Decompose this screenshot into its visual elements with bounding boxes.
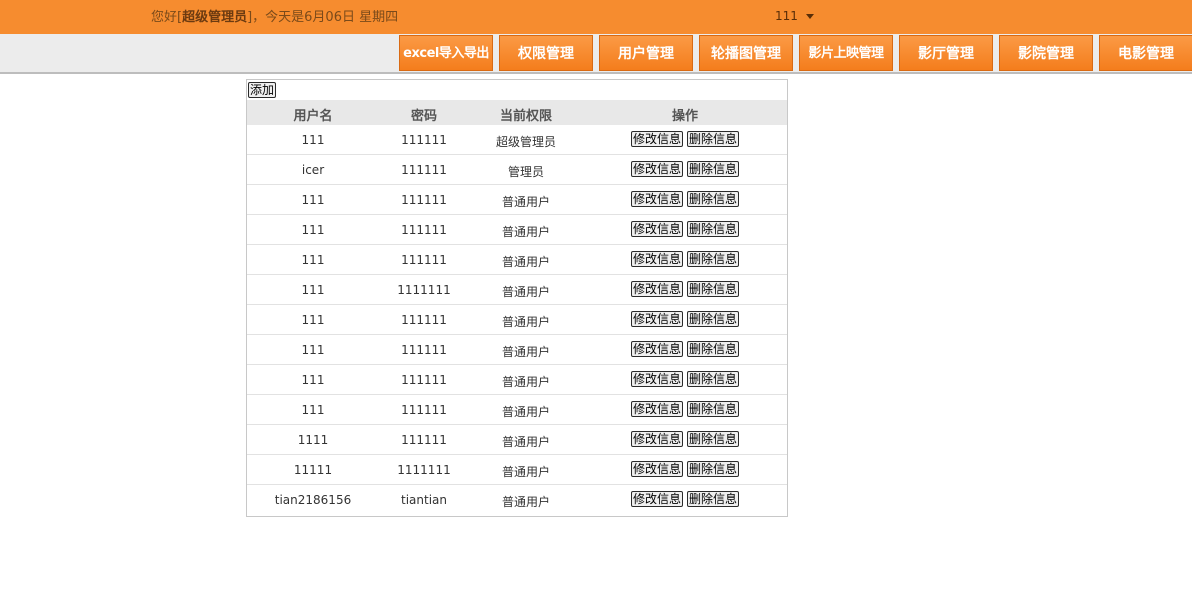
table-row: 1111111111普通用户修改信息删除信息 [247, 425, 787, 455]
user-table-panel: 添加 用户名 密码 当前权限 操作 111 111111 超级管理员 修改信息 删除信息… [246, 79, 788, 517]
delete-info-button[interactable]: 删除信息 [687, 401, 740, 417]
nav-movie-management[interactable]: 电影管理 [1099, 35, 1192, 71]
cell-actions: 修改信息 删除信息 [607, 281, 763, 297]
table-row: 111 111111 普通用户 修改信息 删除信息 [247, 305, 787, 335]
user-menu[interactable]: 111 [775, 9, 814, 23]
nav-hall-management[interactable]: 影厅管理 [899, 35, 993, 71]
edit-info-button[interactable]: 修改信息 [630, 221, 683, 237]
cell-role: 超级管理员 [495, 135, 556, 149]
cell-role: 普通用户 [501, 465, 550, 479]
edit-info-button[interactable]: 修改信息 [630, 161, 683, 177]
edit-info-button[interactable]: 修改信息 [630, 371, 683, 387]
edit-info-button[interactable]: 修改信息 [630, 431, 683, 447]
cell-role: 普通用户 [501, 225, 550, 239]
cell-actions: 修改信息 删除信息 [607, 491, 763, 507]
table-row: 111 111111 普通用户 修改信息 删除信息 [247, 365, 787, 395]
delete-info-button[interactable]: 删除信息 [687, 161, 740, 177]
table-row: 111 111111 普通用户 修改信息 删除信息 [247, 245, 787, 275]
cell-role: 普通用户 [501, 285, 550, 299]
table-row: 1111111111普通用户修改信息删除信息 [247, 275, 787, 305]
nav-excel-import-export[interactable]: excel导入导出 [399, 35, 493, 71]
cell-actions: 修改信息 删除信息 [607, 131, 763, 147]
cell-role: 普通用户 [501, 435, 550, 449]
edit-info-button[interactable]: 修改信息 [630, 311, 683, 327]
cell-actions: 修改信息 删除信息 [607, 371, 763, 387]
top-bar: 您好[超级管理员]，今天是6月06日 星期四 111 [0, 0, 1192, 34]
nav-carousel-management[interactable]: 轮播图管理 [699, 35, 793, 71]
chevron-down-icon [805, 14, 814, 19]
cell-actions: 修改信息 删除信息 [607, 401, 763, 417]
main-navigation: excel导入导出 权限管理 用户管理 轮播图管理 影片上映管理 影厅管理 影院… [0, 34, 1192, 74]
delete-info-button[interactable]: 删除信息 [687, 251, 740, 267]
cell-role: 普通用户 [501, 255, 550, 269]
edit-info-button[interactable]: 修改信息 [630, 131, 683, 147]
nav-cinema-management[interactable]: 影院管理 [999, 35, 1093, 71]
table-row: 111 111111 普通用户 修改信息 删除信息 [247, 335, 787, 365]
cell-actions: 修改信息 删除信息 [607, 461, 763, 477]
delete-info-button[interactable]: 删除信息 [687, 311, 740, 327]
cell-actions: 修改信息 删除信息 [607, 191, 763, 207]
cell-actions: 修改信息 删除信息 [607, 341, 763, 357]
delete-info-button[interactable]: 删除信息 [687, 341, 740, 357]
delete-info-button[interactable]: 删除信息 [687, 491, 740, 507]
delete-info-button[interactable]: 删除信息 [687, 191, 740, 207]
cell-role: 普通用户 [501, 375, 550, 389]
table-body: 111 111111 超级管理员 修改信息 删除信息 icer 111111 管理员 修改信息删… [247, 125, 787, 515]
cell-role: 普通用户 [501, 405, 550, 419]
cell-role: 普通用户 [501, 495, 550, 509]
delete-info-button[interactable]: 删除信息 [687, 371, 740, 387]
column-header-role: 当前权限 [499, 109, 552, 124]
cell-actions: 修改信息 删除信息 [607, 431, 763, 447]
delete-info-button[interactable]: 删除信息 [687, 281, 740, 297]
cell-role: 管理员 [507, 165, 544, 179]
cell-role: 普通用户 [501, 315, 550, 329]
table-row: 111 111111 普通用户 修改信息 删除信息 [247, 215, 787, 245]
user-role: 超级管理员 [182, 10, 248, 25]
table-row: icer 111111 管理员 修改信息 删除信息 [247, 155, 787, 185]
cell-actions: 修改信息 删除信息 [607, 311, 763, 327]
edit-info-button[interactable]: 修改信息 [630, 491, 683, 507]
greeting-text: 您好[超级管理员]，今天是6月06日 星期四 [151, 6, 398, 25]
delete-info-button[interactable]: 删除信息 [687, 461, 740, 477]
delete-info-button[interactable]: 删除信息 [687, 131, 740, 147]
current-user-name: 111 [775, 9, 798, 23]
cell-role: 普通用户 [501, 345, 550, 359]
cell-role: 普通用户 [501, 195, 550, 209]
edit-info-button[interactable]: 修改信息 [630, 251, 683, 267]
add-user-button[interactable]: 添加 [248, 82, 277, 98]
edit-info-button[interactable]: 修改信息 [630, 281, 683, 297]
table-row: tian2186156 tiantian 普通用户 修改信息 删除信息 [247, 485, 787, 515]
edit-info-button[interactable]: 修改信息 [630, 341, 683, 357]
delete-info-button[interactable]: 删除信息 [687, 431, 740, 447]
edit-info-button[interactable]: 修改信息 [630, 461, 683, 477]
edit-info-button[interactable]: 修改信息 [630, 191, 683, 207]
cell-actions: 修改信息 删除信息 [607, 221, 763, 237]
nav-screening-management[interactable]: 影片上映管理 [799, 35, 893, 71]
table-header: 用户名 密码 当前权限 操作 [247, 100, 787, 125]
delete-info-button[interactable]: 删除信息 [687, 221, 740, 237]
greeting-prefix: 您好[ [151, 10, 183, 25]
nav-user-management[interactable]: 用户管理 [599, 35, 693, 71]
table-row: 111 111111 普通用户 修改信息 删除信息 [247, 185, 787, 215]
greeting-date: ]，今天是6月06日 星期四 [247, 10, 399, 25]
cell-actions: 修改信息 删除信息 [607, 161, 763, 177]
table-row: 11111 1111111 普通用户 修改信息 删除信息 [247, 455, 787, 485]
table-row: 111 111111 超级管理员 修改信息 删除信息 [247, 125, 787, 155]
edit-info-button[interactable]: 修改信息 [630, 401, 683, 417]
table-row: 111 111111 普通用户 修改信息 删除信息 [247, 395, 787, 425]
nav-permission-management[interactable]: 权限管理 [499, 35, 593, 71]
cell-actions: 修改信息 删除信息 [607, 251, 763, 267]
column-header-actions: 操作 [671, 109, 698, 124]
